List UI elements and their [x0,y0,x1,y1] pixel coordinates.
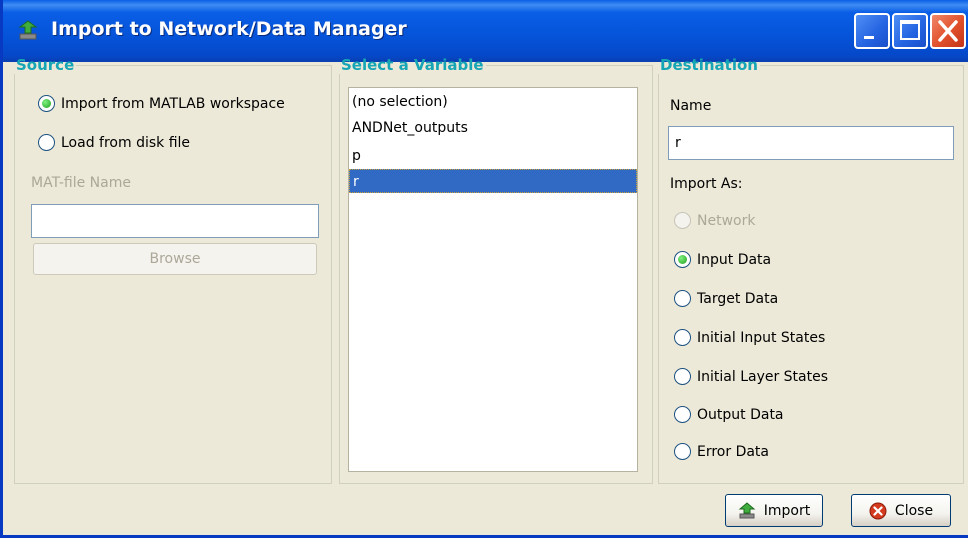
import-arrow-icon [738,501,756,518]
browse-button[interactable]: Browse [33,243,317,275]
name-label: Name [670,98,712,114]
close-icon [938,20,958,42]
window-title: Import to Network/Data Manager [51,18,407,40]
minimize-icon [864,36,874,39]
radio-unselected-icon [674,290,691,307]
dialog-window: Import to Network/Data Manager Source Im… [0,0,968,538]
import-as-label: Import As: [670,176,743,192]
name-input[interactable]: r [668,126,954,160]
radio-unselected-icon [38,134,55,151]
list-item-selected[interactable]: r [349,169,637,193]
import-as-error-data-label: Error Data [697,443,770,460]
import-as-target-data-label: Target Data [697,290,779,307]
maximize-icon [900,20,920,40]
radio-unselected-icon [674,368,691,385]
radio-unselected-icon [674,406,691,423]
destination-legend: Destination [660,56,758,74]
import-arrow-icon [18,20,38,40]
close-circle-icon [869,502,887,519]
import-as-initial-input-states-label: Initial Input States [697,329,826,346]
import-as-initial-layer-states-radio[interactable]: Initial Layer States [674,368,828,385]
import-as-input-data-label: Input Data [697,251,772,268]
radio-unselected-icon [674,443,691,460]
matfile-name-label: MAT-file Name [31,175,131,191]
import-as-initial-layer-states-label: Initial Layer States [697,368,829,385]
import-as-error-data-radio[interactable]: Error Data [674,443,769,460]
import-as-input-data-radio[interactable]: Input Data [674,251,771,268]
import-as-network-label: Network [697,212,756,229]
list-item[interactable]: ANDNet_outputs [349,116,637,140]
import-as-output-data-label: Output Data [697,406,784,423]
variable-legend: Select a Variable [341,56,484,74]
import-workspace-radio[interactable]: Import from MATLAB workspace [38,95,285,112]
import-button[interactable]: Import [725,494,823,527]
load-disk-label: Load from disk file [61,134,191,151]
maximize-button[interactable] [892,13,928,49]
radio-unselected-icon [674,329,691,346]
list-item[interactable]: (no selection) [349,90,637,114]
radio-disabled-icon [674,212,691,229]
import-as-output-data-radio[interactable]: Output Data [674,406,784,423]
matfile-name-input[interactable] [31,204,319,238]
import-as-network-radio[interactable]: Network [674,212,755,229]
import-workspace-label: Import from MATLAB workspace [61,95,285,112]
import-as-target-data-radio[interactable]: Target Data [674,290,778,307]
radio-selected-icon [38,95,55,112]
close-window-button[interactable] [930,13,966,49]
radio-selected-icon [674,251,691,268]
close-button[interactable]: Close [851,494,951,527]
list-item[interactable]: p [349,144,637,168]
minimize-button[interactable] [854,13,890,49]
close-button-label: Close [894,502,934,519]
import-button-label: Import [763,502,811,519]
title-bar[interactable]: Import to Network/Data Manager [3,0,968,62]
variable-listbox[interactable]: (no selection) ANDNet_outputs p r [348,87,638,472]
dialog-content: Source Import from MATLAB workspace Load… [6,56,968,535]
import-as-initial-input-states-radio[interactable]: Initial Input States [674,329,825,346]
load-disk-radio[interactable]: Load from disk file [38,134,190,151]
source-legend: Source [16,56,75,74]
